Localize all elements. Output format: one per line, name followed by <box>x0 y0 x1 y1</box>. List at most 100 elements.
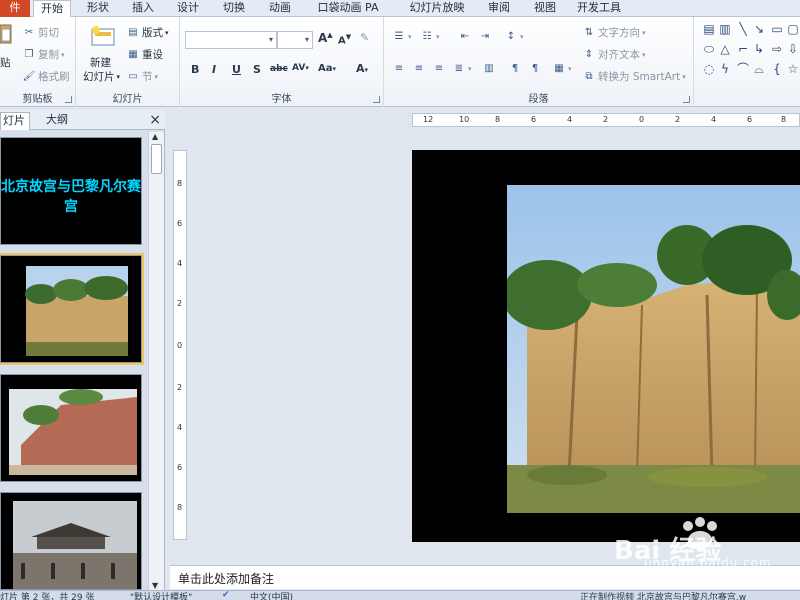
tab-file[interactable]: 件 <box>0 0 30 17</box>
down-arrow-shape-icon[interactable]: ⇩ <box>786 43 800 55</box>
h-ruler-label: 6 <box>531 115 537 124</box>
slide-canvas[interactable] <box>412 150 800 542</box>
strikethrough-button[interactable]: abc <box>270 64 288 74</box>
close-pane-icon[interactable]: × <box>149 112 161 128</box>
bold-button[interactable]: B <box>191 63 199 76</box>
font-size-combo[interactable]: ▾ <box>277 31 313 49</box>
tab-developer[interactable]: 开发工具 <box>574 0 624 17</box>
tab-review[interactable]: 审阅 <box>481 0 517 17</box>
paste-button[interactable]: 贴 <box>0 55 11 70</box>
italic-button[interactable]: I <box>212 63 216 76</box>
cut-button[interactable]: ✂ 剪切 <box>22 25 59 40</box>
tab-home[interactable]: 开始 <box>33 0 71 18</box>
slide-thumbnail-2[interactable] <box>0 253 144 365</box>
bullets-button[interactable]: ☰ ▾ <box>392 31 412 43</box>
align-right-button[interactable]: ≡ <box>432 63 446 75</box>
vertical-textbox-shape-icon[interactable]: ▥ <box>718 23 732 35</box>
brace-shape-icon[interactable]: { <box>770 63 784 75</box>
slides-pane-scrollbar[interactable]: ▲ ▼ <box>148 132 164 590</box>
align-left-button[interactable]: ≡ <box>392 63 406 75</box>
tab-slides-pane[interactable]: 灯片 <box>0 112 30 130</box>
slide-thumbnail-4[interactable] <box>0 492 142 590</box>
slide-thumbnail-3[interactable] <box>0 374 142 482</box>
align-text-button[interactable]: ⇕ 对齐文本 ▾ <box>582 47 646 62</box>
pane-tabs: 灯片 大纲 × <box>0 110 165 130</box>
new-slide-label[interactable]: 新建 <box>90 55 111 70</box>
justify-icon: ≣ <box>454 63 464 74</box>
font-name-combo[interactable]: ▾ <box>185 31 277 49</box>
new-slide-dropdown[interactable]: 幻灯片 ▾ <box>83 69 120 84</box>
smartart-icon: ⧉ <box>585 70 593 82</box>
h-ruler-label: 6 <box>747 115 753 124</box>
increase-indent-button[interactable]: ⇥ <box>478 31 492 43</box>
text-direction-button[interactable]: ⇅ 文字方向 ▾ <box>582 25 646 40</box>
star-shape-icon[interactable]: ☆ <box>786 63 800 75</box>
oval-shape-icon[interactable]: ⬭ <box>702 43 716 55</box>
numbering-button[interactable]: ☷ ▾ <box>420 31 440 43</box>
triangle-shape-icon[interactable]: △ <box>718 43 732 55</box>
underline-button[interactable]: U <box>232 63 241 76</box>
justify-button[interactable]: ≣ ▾ <box>452 63 472 75</box>
curve-shape-icon[interactable]: ⌒ <box>736 63 750 75</box>
tab-insert[interactable]: 插入 <box>125 0 161 17</box>
decrease-indent-button[interactable]: ⇤ <box>458 31 472 43</box>
font-label: 字体 <box>271 94 292 105</box>
scrollbar-thumb[interactable] <box>151 144 162 174</box>
group-clipboard: 贴 ✂ 剪切 ❐ 复制 ▾ 🖌 格式刷 剪贴板 <box>0 17 76 107</box>
shapes-gallery: ▤ ▥ ╲ ↘ ▭ ▢ ⬭ △ ⌐ ↳ ⇨ ⇩ ◌ ϟ ⌒ ⌓ { ☆ <box>700 23 800 83</box>
rtl-button[interactable]: ¶ <box>528 63 542 75</box>
columns-button[interactable]: ▦ ▾ <box>552 63 571 75</box>
v-ruler-label: 8 <box>177 179 183 188</box>
textbox-shape-icon[interactable]: ▤ <box>702 23 716 35</box>
tab-shapes[interactable]: 形状 <box>80 0 116 17</box>
line-shape-icon[interactable]: ╲ <box>736 23 750 35</box>
distribute-button[interactable]: ▥ <box>482 63 496 75</box>
tab-view[interactable]: 视图 <box>527 0 563 17</box>
status-theme[interactable]: "默认设计模板" <box>130 591 192 600</box>
rounded-rectangle-shape-icon[interactable]: ▢ <box>786 23 800 35</box>
font-color-button[interactable]: A▾ <box>356 62 368 75</box>
status-language[interactable]: 中文(中国) <box>250 591 293 600</box>
section-button[interactable]: ▭ 节 ▾ <box>126 69 158 84</box>
clear-format-icon[interactable]: ✎ <box>360 31 369 44</box>
scroll-up-icon[interactable]: ▲ <box>152 132 158 141</box>
align-center-button[interactable]: ≡ <box>412 63 426 75</box>
horizontal-ruler: 12 10 8 6 4 2 0 2 4 6 8 <box>412 113 800 127</box>
h-ruler-label: 12 <box>423 115 434 124</box>
change-case-button[interactable]: Aa▾ <box>318 63 336 74</box>
format-painter-button[interactable]: 🖌 格式刷 <box>22 69 70 84</box>
scroll-down-icon[interactable]: ▼ <box>152 581 158 590</box>
char-spacing-button[interactable]: AV▾ <box>292 63 309 73</box>
lightning-shape-icon[interactable]: ϟ <box>718 63 732 75</box>
rectangle-shape-icon[interactable]: ▭ <box>770 23 784 35</box>
tab-transitions[interactable]: 切换 <box>216 0 252 17</box>
line-spacing-button[interactable]: ↕ ▾ <box>504 31 524 43</box>
shadow-button[interactable]: S <box>253 63 261 76</box>
arc-shape-icon[interactable]: ⌓ <box>752 63 766 75</box>
freeform-shape-icon[interactable]: ◌ <box>702 63 716 75</box>
shrink-font-button[interactable]: A▼ <box>338 33 351 46</box>
paragraph-launcher[interactable] <box>683 96 690 103</box>
tab-pocket-animation[interactable]: 口袋动画 PA <box>313 0 383 17</box>
font-launcher[interactable] <box>373 96 380 103</box>
smartart-button[interactable]: ⧉ 转换为 SmartArt ▾ <box>582 69 685 84</box>
copy-button[interactable]: ❐ 复制 ▾ <box>22 47 65 62</box>
ltr-button[interactable]: ¶ <box>508 63 522 75</box>
align-left-icon: ≡ <box>394 63 404 74</box>
tab-design[interactable]: 设计 <box>170 0 206 17</box>
layout-button[interactable]: ▤ 版式 ▾ <box>126 25 168 40</box>
elbow-connector-shape-icon[interactable]: ⌐ <box>736 43 750 55</box>
reset-button[interactable]: ▦ 重设 <box>126 47 163 62</box>
slide-thumbnail-1[interactable]: 北京故宫与巴黎凡尔赛宫 <box>0 137 142 245</box>
grow-font-button[interactable]: A▲ <box>318 31 333 45</box>
arrow-line-shape-icon[interactable]: ↘ <box>752 23 766 35</box>
tab-slideshow[interactable]: 幻灯片放映 <box>404 0 470 17</box>
spellcheck-icon[interactable]: ✔ <box>222 591 230 600</box>
right-arrow-shape-icon[interactable]: ⇨ <box>770 43 784 55</box>
clipboard-launcher[interactable] <box>65 96 72 103</box>
elbow-arrow-shape-icon[interactable]: ↳ <box>752 43 766 55</box>
tab-outline-pane[interactable]: 大纲 <box>46 112 68 130</box>
cliff-photo[interactable] <box>507 185 800 513</box>
columns-icon: ▦ <box>554 63 564 74</box>
tab-animations[interactable]: 动画 <box>262 0 298 17</box>
